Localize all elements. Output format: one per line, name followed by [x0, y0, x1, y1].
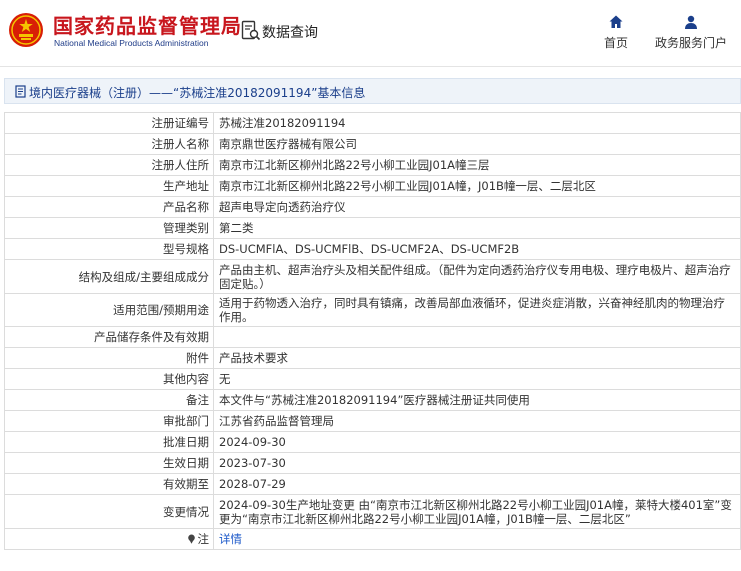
table-row: 注册人住所 南京市江北新区柳州北路22号小柳工业园J01A幢三层: [4, 154, 741, 176]
row-value: 2024-09-30生产地址变更 由“南京市江北新区柳州北路22号小柳工业园J0…: [213, 494, 741, 529]
table-row: 其他内容 无: [4, 368, 741, 390]
row-label: 产品储存条件及有效期: [4, 326, 214, 348]
user-icon: [685, 15, 697, 29]
row-value: 产品技术要求: [213, 347, 741, 369]
row-label: 生产地址: [4, 175, 214, 197]
table-row: 结构及组成/主要组成成分 产品由主机、超声治疗头及相关配件组成。（配件为定向透药…: [4, 259, 741, 294]
row-label: 适用范围/预期用途: [4, 293, 214, 327]
note-label-wrap: 注: [187, 531, 210, 546]
registration-info-table: 注册证编号 苏械注准20182091194 注册人名称 南京鼎世医疗器械有限公司…: [4, 112, 741, 550]
row-label: 生效日期: [4, 452, 214, 474]
data-query-link[interactable]: 数据查询: [262, 22, 318, 42]
detail-title-bar: 境内医疗器械（注册）——“苏械注准20182091194”基本信息: [4, 78, 741, 104]
row-value: 南京市江北新区柳州北路22号小柳工业园J01A幢，J01B幢一层、二层北区: [213, 175, 741, 197]
detail-title: 境内医疗器械（注册）——“苏械注准20182091194”基本信息: [29, 86, 366, 100]
national-emblem-icon[interactable]: [8, 12, 44, 48]
table-row: 管理类别 第二类: [4, 217, 741, 239]
row-value: DS-UCMFlA、DS-UCMFlB、DS-UCMF2A、DS-UCMF2B: [213, 238, 741, 260]
site-logo-subtitle: National Medical Products Administration: [54, 38, 209, 48]
nav-home-label: 首页: [603, 36, 628, 50]
table-row: 批准日期 2024-09-30: [4, 431, 741, 453]
row-value: 超声电导定向透药治疗仪: [213, 196, 741, 218]
note-label-cell: 注: [4, 528, 214, 550]
details-link[interactable]: 详情: [219, 532, 242, 546]
row-value: 南京鼎世医疗器械有限公司: [213, 133, 741, 155]
data-query-icon[interactable]: [241, 20, 261, 42]
row-label: 注册人住所: [4, 154, 214, 176]
nav-gov-service-portal[interactable]: 政务服务门户: [651, 14, 731, 51]
row-label: 变更情况: [4, 494, 214, 529]
row-value: 第二类: [213, 217, 741, 239]
table-row: 生效日期 2023-07-30: [4, 452, 741, 474]
table-row: 附件 产品技术要求: [4, 347, 741, 369]
nav-gov-service-label: 政务服务门户: [654, 36, 727, 50]
row-value: 2024-09-30: [213, 431, 741, 453]
row-value: 本文件与“苏械注准20182091194”医疗器械注册证共同使用: [213, 389, 741, 411]
table-row: 产品名称 超声电导定向透药治疗仪: [4, 196, 741, 218]
site-logo-title[interactable]: 国家药品监督管理局: [53, 10, 242, 39]
note-label: 注: [197, 531, 210, 546]
row-value: 适用于药物透入治疗，同时具有镇痛，改善局部血液循环，促进炎症消散，兴奋神经肌肉的…: [213, 293, 741, 327]
table-row: 适用范围/预期用途 适用于药物透入治疗，同时具有镇痛，改善局部血液循环，促进炎症…: [4, 293, 741, 327]
row-value: 2028-07-29: [213, 473, 741, 495]
header-divider: [0, 66, 741, 67]
row-label: 有效期至: [4, 473, 214, 495]
row-value: 2023-07-30: [213, 452, 741, 474]
row-label: 备注: [4, 389, 214, 411]
site-header: 国家药品监督管理局 National Medical Products Admi…: [0, 0, 741, 66]
row-label: 其他内容: [4, 368, 214, 390]
row-label: 产品名称: [4, 196, 214, 218]
table-row: 型号规格 DS-UCMFlA、DS-UCMFlB、DS-UCMF2A、DS-UC…: [4, 238, 741, 260]
table-row: 生产地址 南京市江北新区柳州北路22号小柳工业园J01A幢，J01B幢一层、二层…: [4, 175, 741, 197]
nav-home[interactable]: 首页: [598, 14, 634, 51]
row-label: 注册证编号: [4, 112, 214, 134]
table-row: 注册人名称 南京鼎世医疗器械有限公司: [4, 133, 741, 155]
home-icon: [609, 15, 623, 28]
table-row: 审批部门 江苏省药品监督管理局: [4, 410, 741, 432]
row-value: 无: [213, 368, 741, 390]
row-value: 江苏省药品监督管理局: [213, 410, 741, 432]
row-value: 产品由主机、超声治疗头及相关配件组成。（配件为定向透药治疗仪专用电极、理疗电极片…: [213, 259, 741, 294]
row-value: [213, 326, 741, 348]
table-row: 注册证编号 苏械注准20182091194: [4, 112, 741, 134]
row-label: 注册人名称: [4, 133, 214, 155]
table-row: 有效期至 2028-07-29: [4, 473, 741, 495]
pin-icon: [187, 534, 195, 544]
note-value-cell: 详情: [213, 528, 741, 550]
table-row: 变更情况 2024-09-30生产地址变更 由“南京市江北新区柳州北路22号小柳…: [4, 494, 741, 529]
row-label: 型号规格: [4, 238, 214, 260]
row-label: 结构及组成/主要组成成分: [4, 259, 214, 294]
row-label: 批准日期: [4, 431, 214, 453]
table-row: 备注 本文件与“苏械注准20182091194”医疗器械注册证共同使用: [4, 389, 741, 411]
row-label: 管理类别: [4, 217, 214, 239]
row-label: 附件: [4, 347, 214, 369]
row-label: 审批部门: [4, 410, 214, 432]
document-icon: [15, 85, 26, 98]
row-value: 南京市江北新区柳州北路22号小柳工业园J01A幢三层: [213, 154, 741, 176]
row-value: 苏械注准20182091194: [213, 112, 741, 134]
table-row: 产品储存条件及有效期: [4, 326, 741, 348]
table-row-note: 注 详情: [4, 528, 741, 550]
